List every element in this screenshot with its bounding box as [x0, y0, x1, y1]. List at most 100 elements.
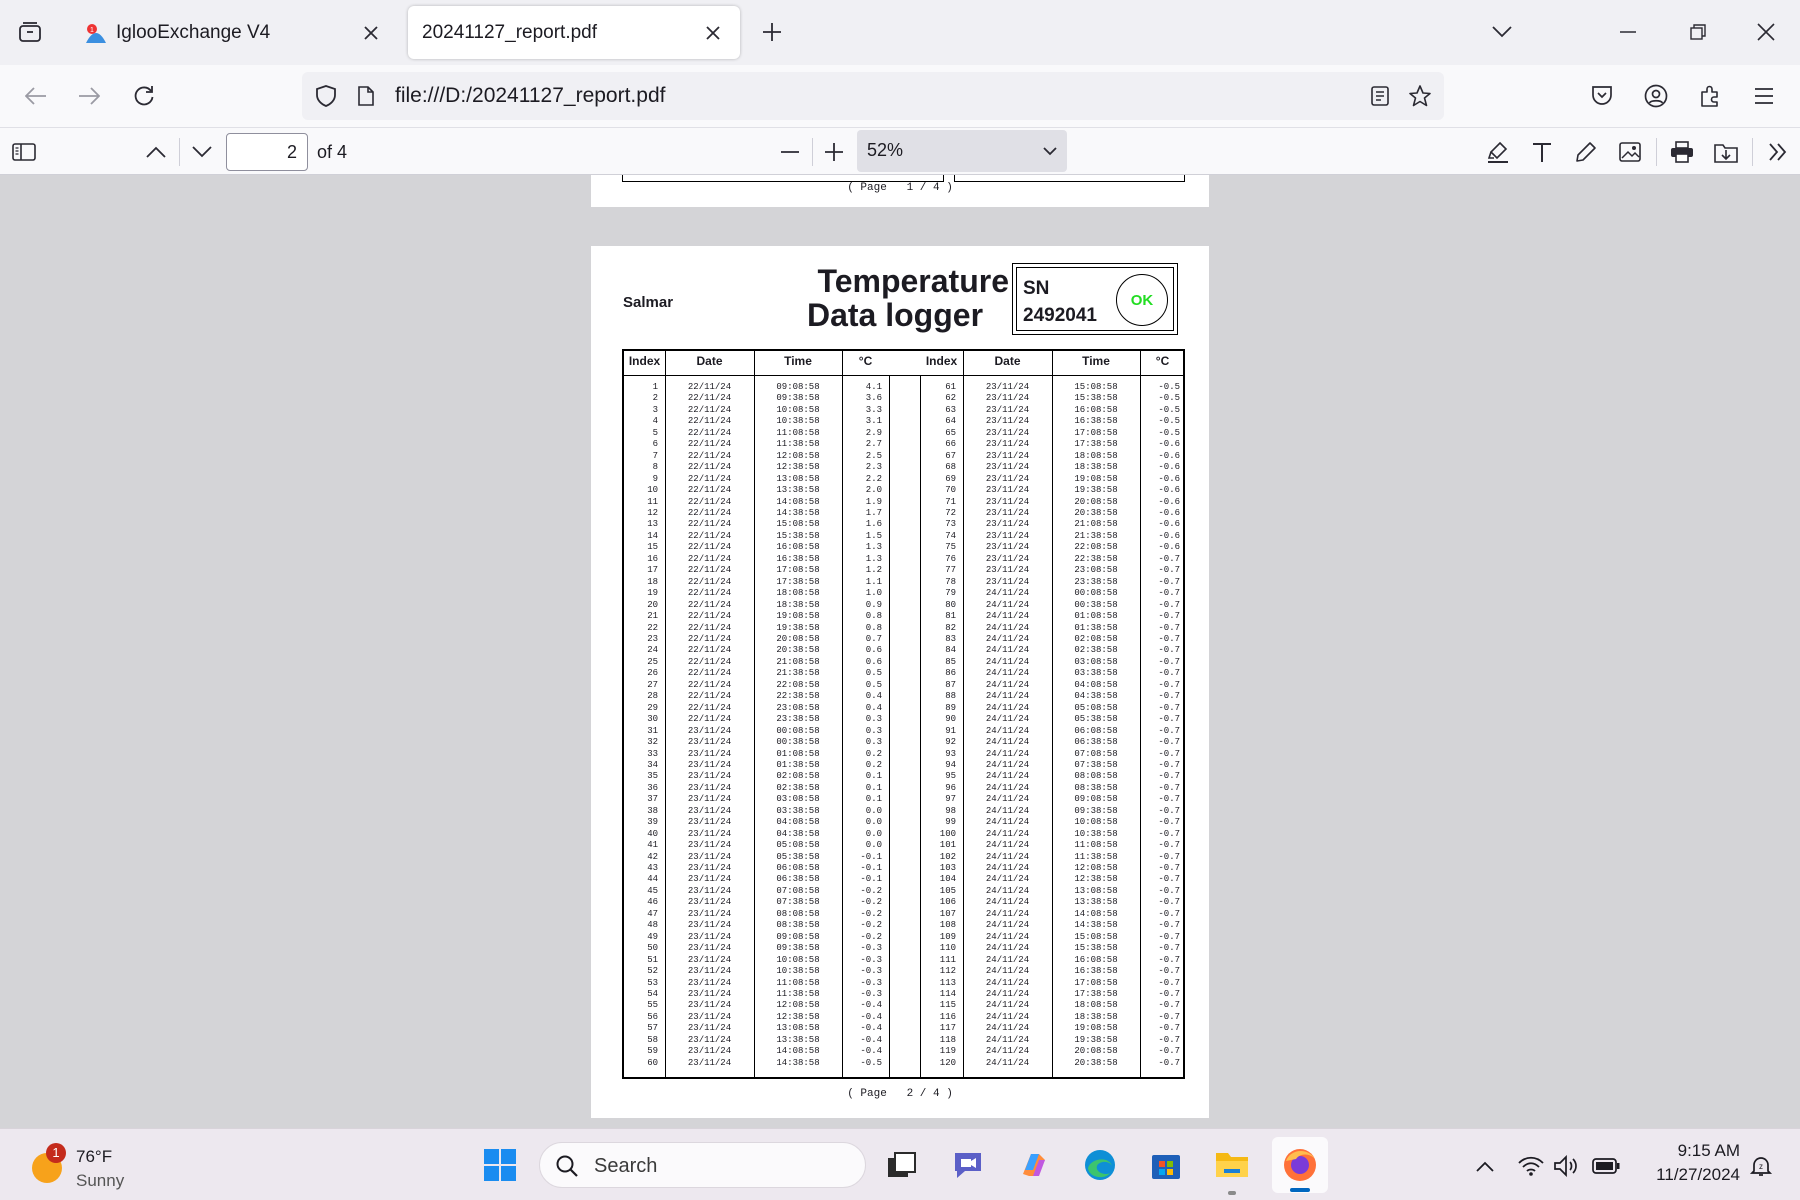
search-icon: [554, 1153, 580, 1179]
temp-column: -0.5 -0.5 -0.5 -0.5 -0.5 -0.6 -0.6 -0.6 …: [1158, 382, 1180, 1068]
weather-widget[interactable]: 1 76°F Sunny: [20, 1137, 150, 1193]
notification-bell-icon[interactable]: z: [1746, 1151, 1776, 1181]
copilot-icon[interactable]: [1012, 1143, 1056, 1187]
separator: [1752, 138, 1753, 166]
index-column: 1 2 3 4 5 6 7 8 9 10 11 12 13 14 15 16 1…: [647, 382, 658, 1068]
account-icon[interactable]: [1638, 78, 1674, 114]
column-header: Index: [628, 354, 661, 368]
highlight-icon[interactable]: [1480, 134, 1516, 170]
zoom-out-icon[interactable]: [772, 134, 808, 170]
minimize-icon[interactable]: [1610, 16, 1646, 48]
edge-icon[interactable]: [1078, 1143, 1122, 1187]
page-icon[interactable]: [352, 82, 380, 110]
navigation-bar: file:///D:/20241127_report.pdf: [0, 65, 1800, 127]
pocket-icon[interactable]: [1584, 78, 1620, 114]
zoom-select[interactable]: 52%: [857, 130, 1067, 172]
store-icon[interactable]: [1144, 1143, 1188, 1187]
forward-icon[interactable]: [71, 78, 107, 114]
shield-icon[interactable]: [312, 82, 340, 110]
reader-view-icon[interactable]: [1366, 82, 1394, 110]
reload-icon[interactable]: [126, 78, 162, 114]
tab-report-pdf[interactable]: 20241127_report.pdf: [408, 6, 740, 59]
sidebar-icon[interactable]: [6, 134, 42, 170]
chevron-down-icon[interactable]: [1486, 16, 1518, 48]
clock[interactable]: 9:15 AM 11/27/2024: [1630, 1139, 1740, 1191]
temp-column: 4.1 3.6 3.3 3.1 2.9 2.7 2.5 2.3 2.2 2.0 …: [860, 382, 882, 1068]
time-column: 15:08:58 15:38:58 16:08:58 16:38:58 17:0…: [1074, 382, 1118, 1068]
save-icon[interactable]: [1708, 134, 1744, 170]
back-icon[interactable]: [18, 78, 54, 114]
windows-start-icon[interactable]: [478, 1143, 522, 1187]
page-total-label: of 4: [317, 142, 348, 162]
column-header: Time: [784, 354, 812, 368]
separator: [812, 138, 813, 166]
active-indicator: [1290, 1188, 1310, 1192]
draw-icon[interactable]: [1568, 134, 1604, 170]
clock-date: 11/27/2024: [1656, 1165, 1740, 1184]
zoom-in-icon[interactable]: [816, 134, 852, 170]
star-icon[interactable]: [1406, 82, 1434, 110]
close-window-icon[interactable]: [1748, 16, 1784, 48]
table-column-divider: [889, 375, 890, 1077]
menu-icon[interactable]: [1746, 78, 1782, 114]
time-column: 09:08:58 09:38:58 10:08:58 10:38:58 11:0…: [776, 382, 820, 1068]
clock-time: 9:15 AM: [1677, 1141, 1740, 1160]
report-title-line2: Data logger: [806, 297, 984, 333]
page1-table-tail: [622, 175, 944, 182]
search-placeholder: Search: [594, 1155, 658, 1177]
tab-bar: 1 IglooExchange V4 20241127_report.pdf: [0, 0, 1800, 65]
weather-temp: 76°F: [76, 1147, 113, 1166]
teams-icon[interactable]: [946, 1143, 990, 1187]
url-bar[interactable]: file:///D:/20241127_report.pdf: [302, 72, 1444, 120]
volume-icon[interactable]: [1552, 1151, 1582, 1181]
extensions-icon[interactable]: [1692, 78, 1728, 114]
chevron-up-icon[interactable]: [1470, 1151, 1500, 1181]
company-name: Salmar: [623, 294, 674, 311]
weather-desc: Sunny: [76, 1171, 125, 1190]
page-footer: ( Page 1 / 4 ): [847, 182, 953, 194]
pdf-toolbar: 2 of 4 52%: [0, 127, 1800, 175]
table-header-divider: [624, 375, 1183, 376]
windows-taskbar: 1 76°F Sunny Search 9:15 AM 11/27/2024 z: [0, 1128, 1800, 1200]
date-column: 22/11/24 22/11/24 22/11/24 22/11/24 22/1…: [687, 382, 732, 1068]
report-title: Temperature Data logger: [781, 264, 1009, 332]
svg-text:z: z: [1759, 1162, 1763, 1171]
firefox-icon[interactable]: [1272, 1137, 1328, 1193]
pdf-page-2: Salmar Temperature Data logger SN 249204…: [591, 246, 1209, 1118]
status-ok-badge: OK: [1116, 274, 1168, 326]
favicon-igloo-icon: 1: [84, 21, 108, 45]
image-icon[interactable]: [1612, 134, 1648, 170]
separator: [1656, 138, 1657, 166]
zoom-value: 52%: [867, 140, 904, 160]
tab-overview-icon[interactable]: [12, 14, 48, 50]
column-header: Time: [1082, 354, 1110, 368]
plus-icon[interactable]: [756, 16, 788, 48]
file-explorer-icon[interactable]: [1210, 1143, 1254, 1195]
print-icon[interactable]: [1664, 134, 1700, 170]
notification-badge: 1: [46, 1143, 66, 1163]
column-header: Date: [994, 354, 1021, 368]
close-icon[interactable]: [358, 20, 384, 46]
text-icon[interactable]: [1524, 134, 1560, 170]
tab-igloo-exchange[interactable]: 1 IglooExchange V4: [64, 6, 402, 59]
battery-icon[interactable]: [1590, 1151, 1622, 1181]
column-header: °C: [1155, 354, 1170, 368]
chevron-up-icon[interactable]: [138, 134, 174, 170]
wifi-icon[interactable]: [1516, 1151, 1546, 1181]
pdf-page-1: ( Page 1 / 4 ): [591, 175, 1209, 207]
chevron-down-icon[interactable]: [184, 134, 220, 170]
task-view-icon[interactable]: [880, 1143, 924, 1187]
more-tools-icon[interactable]: [1760, 134, 1796, 170]
restore-icon[interactable]: [1680, 16, 1716, 48]
close-icon[interactable]: [700, 20, 726, 46]
tab-title: 20241127_report.pdf: [422, 21, 598, 43]
page-number-input[interactable]: 2: [226, 133, 308, 171]
index-column: 61 62 63 64 65 66 67 68 69 70 71 72 73 7…: [939, 382, 956, 1068]
sn-label: SN: [1023, 278, 1050, 299]
pdf-viewer[interactable]: ( Page 1 / 4 ) Salmar Temperature Data l…: [0, 175, 1800, 1128]
tab-title: IglooExchange V4: [116, 21, 271, 43]
page1-table-tail: [954, 175, 1185, 182]
page-footer: ( Page 2 / 4 ): [847, 1088, 953, 1100]
taskbar-search-box[interactable]: Search: [539, 1142, 866, 1188]
sn-box: SN 2492041 OK: [1012, 263, 1178, 335]
